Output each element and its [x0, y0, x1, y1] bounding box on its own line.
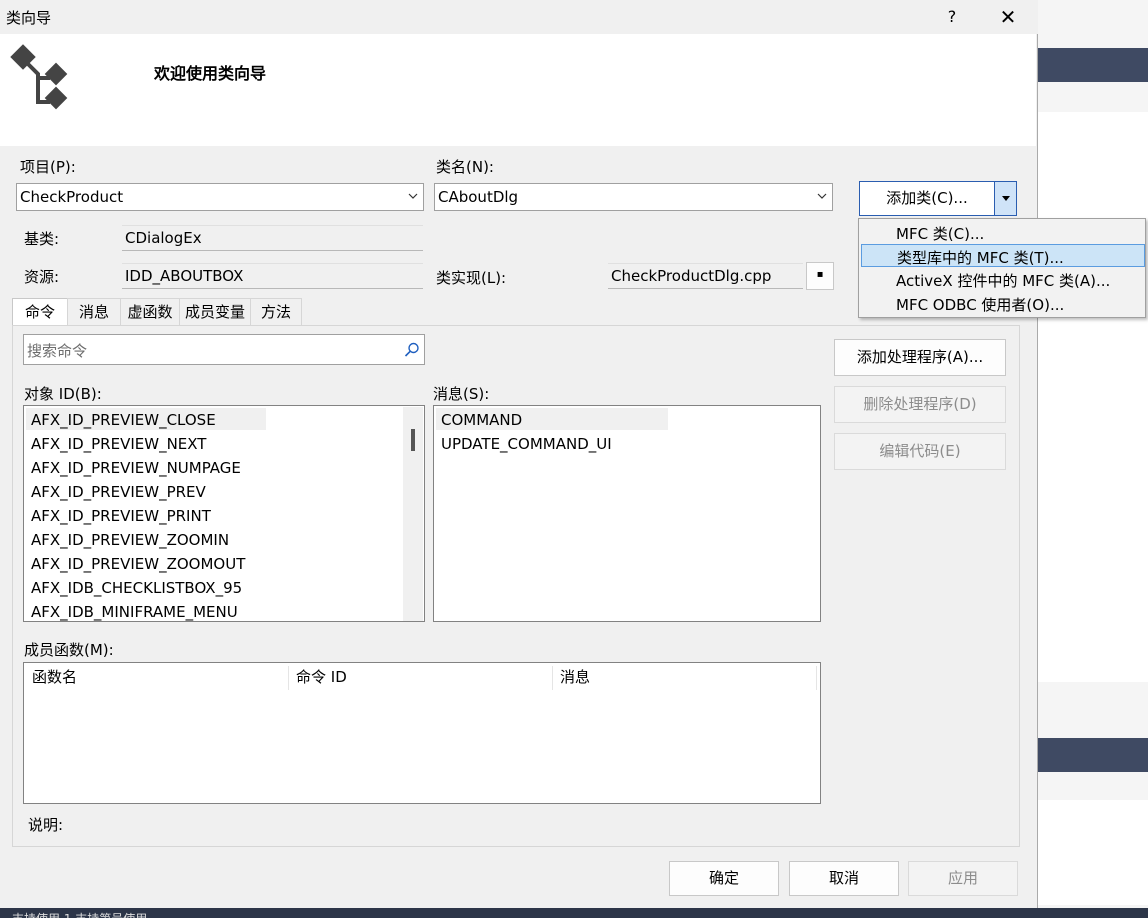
edit-code-button[interactable]: 编辑代码(E)	[834, 433, 1006, 470]
background-pane	[1038, 800, 1148, 905]
close-button[interactable]: ✕	[986, 2, 1030, 32]
search-placeholder: 搜索命令	[27, 342, 88, 360]
resource-value: IDD_ABOUTBOX	[125, 267, 244, 285]
list-item[interactable]: AFX_ID_PREVIEW_PREV	[31, 483, 206, 501]
add-class-dropdown-button[interactable]	[994, 182, 1016, 215]
column-separator[interactable]	[816, 666, 817, 690]
column-header-command-id[interactable]: 命令 ID	[296, 666, 347, 691]
messages-list[interactable]: COMMAND UPDATE_COMMAND_UI	[433, 405, 821, 622]
list-item[interactable]: AFX_ID_PREVIEW_NEXT	[31, 435, 206, 453]
resource-label: 资源:	[24, 268, 60, 286]
description-label: 说明:	[28, 816, 64, 834]
classname-combobox[interactable]: CAboutDlg	[434, 183, 833, 211]
dropdown-arrow-icon	[1002, 196, 1010, 201]
tab-virtual-functions[interactable]: 虚函数	[120, 298, 180, 325]
search-icon	[404, 342, 419, 357]
object-ids-label: 对象 ID(B):	[24, 385, 102, 403]
help-button[interactable]: ?	[930, 2, 974, 32]
tab-member-variables[interactable]: 成员变量	[179, 298, 251, 325]
column-header-function-name[interactable]: 函数名	[32, 666, 77, 691]
list-item[interactable]: AFX_ID_PREVIEW_PRINT	[31, 507, 211, 525]
add-handler-button[interactable]: 添加处理程序(A)...	[834, 339, 1006, 376]
background-band	[1038, 738, 1148, 772]
list-item[interactable]: AFX_ID_PREVIEW_ZOOMIN	[31, 531, 229, 549]
list-item[interactable]: AFX_IDB_MINIFRAME_MENU	[31, 603, 238, 621]
cancel-button[interactable]: 取消	[789, 861, 899, 896]
add-class-split-button: 添加类(C)...	[859, 181, 1017, 216]
project-label: 项目(P):	[20, 158, 76, 176]
wizard-title: 欢迎使用类向导	[154, 64, 267, 83]
column-separator[interactable]	[288, 666, 289, 690]
menu-item-label: MFC ODBC 使用者(O)...	[896, 296, 1065, 314]
tab-methods[interactable]: 方法	[250, 298, 302, 325]
menu-item-label: 类型库中的 MFC 类(T)...	[897, 249, 1064, 267]
wizard-header: 欢迎使用类向导	[0, 34, 1036, 146]
add-class-button[interactable]: 添加类(C)...	[860, 182, 994, 215]
menu-item-mfc-class-from-typelib[interactable]: 类型库中的 MFC 类(T)...	[861, 244, 1145, 267]
messages-label: 消息(S):	[433, 385, 490, 403]
classname-value: CAboutDlg	[438, 188, 519, 206]
list-item[interactable]: COMMAND	[441, 411, 522, 429]
resource-field: IDD_ABOUTBOX	[122, 263, 423, 289]
search-commands-input[interactable]: 搜索命令	[23, 334, 425, 365]
class-wizard-icon	[10, 44, 68, 110]
menu-item-label: MFC 类(C)...	[896, 225, 985, 243]
background-pane	[1038, 112, 1148, 682]
title-bar: 类向导 ? ✕	[0, 0, 1038, 34]
object-ids-scrollbar[interactable]	[403, 407, 423, 621]
list-item[interactable]: AFX_ID_PREVIEW_ZOOMOUT	[31, 555, 245, 573]
scrollbar-thumb[interactable]	[411, 429, 415, 451]
menu-item-mfc-class-from-activex[interactable]: ActiveX 控件中的 MFC 类(A)...	[861, 268, 1145, 291]
list-item[interactable]: AFX_ID_PREVIEW_CLOSE	[31, 411, 216, 429]
background-taskbar: 支持使用 1 支持第号使用	[0, 908, 1148, 918]
tab-commands[interactable]: 命令	[12, 298, 68, 326]
base-class-label: 基类:	[24, 230, 60, 248]
background-band	[1038, 48, 1148, 82]
menu-item-mfc-odbc-consumer[interactable]: MFC ODBC 使用者(O)...	[861, 292, 1145, 315]
delete-handler-button[interactable]: 删除处理程序(D)	[834, 386, 1006, 423]
window-title: 类向导	[6, 9, 52, 27]
column-header-message[interactable]: 消息	[560, 666, 590, 691]
list-item[interactable]: UPDATE_COMMAND_UI	[441, 435, 612, 453]
classname-label: 类名(N):	[436, 158, 494, 176]
base-class-field: CDialogEx	[122, 225, 423, 251]
tab-messages[interactable]: 消息	[67, 298, 121, 325]
ok-button[interactable]: 确定	[669, 861, 779, 896]
menu-item-mfc-class[interactable]: MFC 类(C)...	[861, 221, 1145, 244]
impl-value: CheckProductDlg.cpp	[611, 267, 772, 285]
class-wizard-dialog: 类向导 ? ✕ 欢迎使用类向导 项目(P): CheckProduct 类名(N…	[0, 0, 1038, 908]
impl-field: CheckProductDlg.cpp	[608, 263, 803, 289]
chevron-down-icon	[817, 193, 827, 199]
member-functions-label: 成员函数(M):	[24, 641, 114, 659]
menu-item-label: ActiveX 控件中的 MFC 类(A)...	[896, 272, 1111, 290]
chevron-down-icon	[408, 193, 418, 199]
impl-label: 类实现(L):	[436, 269, 507, 287]
member-functions-table[interactable]: 函数名 命令 ID 消息	[23, 662, 821, 804]
add-class-menu: MFC 类(C)... 类型库中的 MFC 类(T)... ActiveX 控件…	[858, 218, 1146, 318]
impl-browse-button[interactable]: ▪	[806, 262, 834, 290]
list-item[interactable]: AFX_ID_PREVIEW_NUMPAGE	[31, 459, 241, 477]
project-value: CheckProduct	[20, 188, 124, 206]
background-status-text: 支持使用 1 支持第号使用	[12, 910, 147, 918]
apply-button[interactable]: 应用	[908, 861, 1018, 896]
project-combobox[interactable]: CheckProduct	[16, 183, 424, 211]
object-ids-list[interactable]: AFX_ID_PREVIEW_CLOSE AFX_ID_PREVIEW_NEXT…	[23, 405, 425, 622]
column-separator[interactable]	[552, 666, 553, 690]
list-item[interactable]: AFX_IDB_CHECKLISTBOX_95	[31, 579, 242, 597]
base-class-value: CDialogEx	[125, 229, 202, 247]
